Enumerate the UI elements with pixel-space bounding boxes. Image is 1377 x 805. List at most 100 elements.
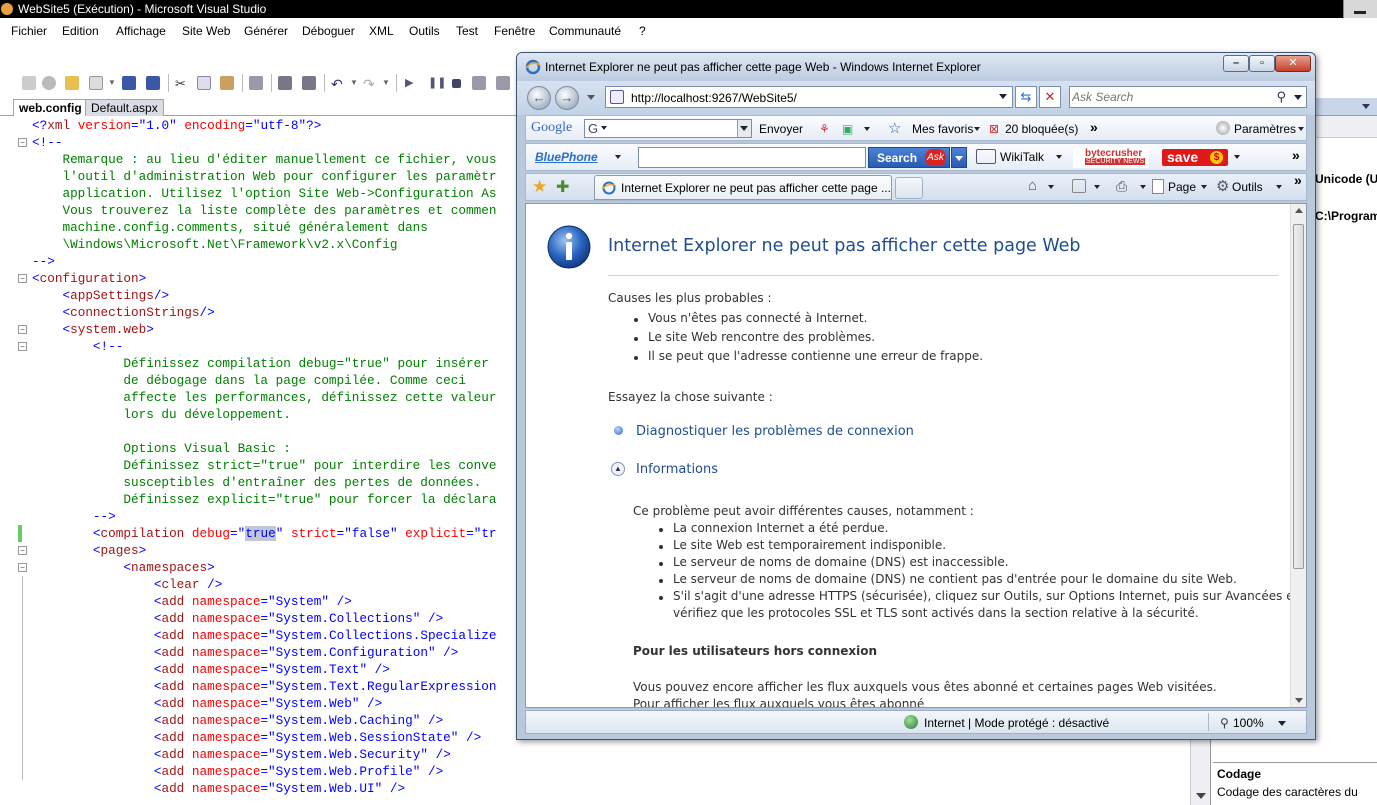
refresh-icon[interactable]: ⇆: [1015, 86, 1037, 108]
menu-fichier[interactable]: Fichier: [11, 24, 47, 38]
restart-icon[interactable]: [472, 76, 486, 90]
indent-icon[interactable]: [278, 76, 292, 90]
ask-search-button[interactable]: Search Ask: [868, 147, 950, 168]
code-line[interactable]: <system.web>: [32, 321, 153, 338]
code-line[interactable]: Définissez compilation debug="true" pour…: [32, 355, 488, 372]
fold-toggle-icon[interactable]: −: [18, 325, 27, 334]
forward-button[interactable]: →: [555, 86, 579, 110]
scroll-down-icon[interactable]: [1295, 698, 1303, 703]
property-value-encoding[interactable]: Unicode (UT: [1315, 172, 1377, 186]
search-dropdown-icon[interactable]: [1294, 95, 1302, 100]
code-line[interactable]: <clear />: [32, 576, 223, 593]
ie-minimize-button[interactable]: –: [1223, 55, 1249, 72]
add-favorite-icon[interactable]: ✚: [556, 177, 569, 197]
code-line[interactable]: <!--: [32, 338, 123, 355]
chevron-down-icon[interactable]: [1140, 185, 1146, 189]
ie-maximize-button[interactable]: ▫: [1249, 55, 1275, 72]
redo-icon[interactable]: ↷: [363, 76, 377, 92]
code-line[interactable]: <add namespace="System.Web.SessionState"…: [32, 729, 481, 746]
code-line[interactable]: susceptibles d'entraîner des pertes de d…: [32, 474, 481, 491]
diagnose-link[interactable]: Diagnostiquer les problèmes de connexion: [636, 424, 914, 439]
code-line[interactable]: <add namespace="System.Text" />: [32, 661, 390, 678]
google-send-button[interactable]: Envoyer: [759, 122, 803, 136]
history-dropdown-icon[interactable]: [587, 95, 595, 100]
menu-test[interactable]: Test: [456, 24, 478, 38]
tools-menu-button[interactable]: Outils: [1232, 180, 1263, 194]
outdent-icon[interactable]: [302, 76, 316, 90]
save-all-icon[interactable]: [146, 76, 160, 90]
code-line[interactable]: <connectionStrings/>: [32, 304, 214, 321]
feeds-icon[interactable]: [1072, 179, 1086, 193]
address-url[interactable]: http://localhost:9267/WebSite5/: [631, 91, 797, 105]
chevron-down-icon[interactable]: ▼: [382, 78, 390, 87]
code-line[interactable]: Remarque : au lieu d'éditer manuellement…: [32, 151, 496, 168]
step-icon[interactable]: [496, 76, 510, 90]
favorites-center-icon[interactable]: ★: [532, 177, 547, 197]
code-line[interactable]: Définissez strict="true" pour interdire …: [32, 457, 496, 474]
share-icon[interactable]: ⚘: [819, 122, 830, 136]
bookmarks-button[interactable]: Mes favoris: [912, 122, 973, 136]
code-line[interactable]: application. Utilisez l'option Site Web-…: [32, 185, 496, 202]
save-button[interactable]: save $: [1162, 149, 1228, 166]
google-search-field[interactable]: G: [584, 119, 752, 138]
code-line[interactable]: <!--: [32, 134, 62, 151]
popup-blocked-count[interactable]: 20 bloquée(s): [1005, 122, 1078, 136]
fold-toggle-icon[interactable]: −: [18, 546, 27, 555]
copy-icon[interactable]: [197, 76, 211, 90]
stop-icon[interactable]: ✕: [1039, 86, 1061, 108]
new-project-icon[interactable]: [22, 76, 36, 90]
code-line[interactable]: <add namespace="System.Web" />: [32, 695, 382, 712]
menu-edition[interactable]: Edition: [62, 24, 99, 38]
chevron-down-icon[interactable]: [1276, 185, 1282, 189]
code-line[interactable]: Vous trouverez la liste complète des par…: [32, 202, 496, 219]
code-line[interactable]: <configuration>: [32, 270, 146, 287]
ask-search-field[interactable]: [638, 147, 866, 168]
code-line[interactable]: Définissez explicit="true" pour forcer l…: [32, 491, 496, 508]
code-line[interactable]: <compilation debug="true" strict="false"…: [32, 525, 497, 542]
collapse-icon[interactable]: ▲: [611, 462, 625, 476]
menu-generer[interactable]: Générer: [244, 24, 288, 38]
scroll-down-icon[interactable]: [1196, 793, 1206, 799]
back-button[interactable]: ←: [527, 86, 551, 110]
code-line[interactable]: lors du développement.: [32, 406, 291, 423]
fold-toggle-icon[interactable]: −: [18, 274, 27, 283]
search-input[interactable]: [1072, 89, 1272, 105]
menu-site-web[interactable]: Site Web: [182, 24, 230, 38]
menu-outils[interactable]: Outils: [409, 24, 440, 38]
search-box[interactable]: ⚲: [1069, 86, 1307, 108]
code-line[interactable]: affecte les performances, définissez cet…: [32, 389, 496, 406]
code-line[interactable]: \Windows\Microsoft.Net\Framework\v2.x\Co…: [32, 236, 397, 253]
informations-link[interactable]: Informations: [636, 462, 718, 477]
code-line[interactable]: -->: [32, 508, 116, 525]
code-line[interactable]: <pages>: [32, 542, 146, 559]
chevron-down-icon[interactable]: [1048, 185, 1054, 189]
code-line[interactable]: <appSettings/>: [32, 287, 169, 304]
security-zone[interactable]: Internet | Mode protégé : désactivé: [924, 716, 1109, 730]
menu-affichage[interactable]: Affichage: [116, 24, 166, 38]
search-icon[interactable]: ⚲: [1276, 89, 1286, 105]
page-menu-button[interactable]: Page: [1168, 180, 1196, 194]
menu-fenetre[interactable]: Fenêtre: [494, 24, 535, 38]
address-field[interactable]: http://localhost:9267/WebSite5/: [605, 86, 1013, 108]
tab-web-config[interactable]: web.config: [13, 99, 88, 116]
code-line[interactable]: machine.config.comments, situé généralem…: [32, 219, 427, 236]
code-line[interactable]: <add namespace="System.Web.Caching" />: [32, 712, 443, 729]
web-icon[interactable]: [42, 76, 56, 90]
code-line[interactable]: <add namespace="System.Web.UI" />: [32, 780, 405, 797]
code-line[interactable]: -->: [32, 253, 55, 270]
home-icon[interactable]: ⌂: [1028, 177, 1037, 194]
pause-icon[interactable]: ❚❚: [428, 76, 446, 90]
open-folder-icon[interactable]: [65, 76, 79, 90]
bookmark-icon[interactable]: ▣: [842, 122, 853, 136]
vs-minimize-button[interactable]: [1343, 0, 1377, 18]
start-debug-icon[interactable]: ▶: [405, 76, 419, 90]
code-line[interactable]: l'outil d'administration Web pour config…: [32, 168, 496, 185]
fold-toggle-icon[interactable]: −: [18, 563, 27, 572]
ie-tab-active[interactable]: Internet Explorer ne peut pas afficher c…: [594, 175, 892, 200]
zoom-dropdown-icon[interactable]: [1278, 721, 1286, 726]
chevron-down-icon[interactable]: [1298, 127, 1304, 131]
code-line[interactable]: <namespaces>: [32, 559, 214, 576]
bytecrusher-logo[interactable]: bytecrusher SECURITY NEWS: [1073, 148, 1149, 168]
more-icon[interactable]: »: [1292, 147, 1300, 163]
scrollbar-thumb[interactable]: [1293, 224, 1304, 569]
